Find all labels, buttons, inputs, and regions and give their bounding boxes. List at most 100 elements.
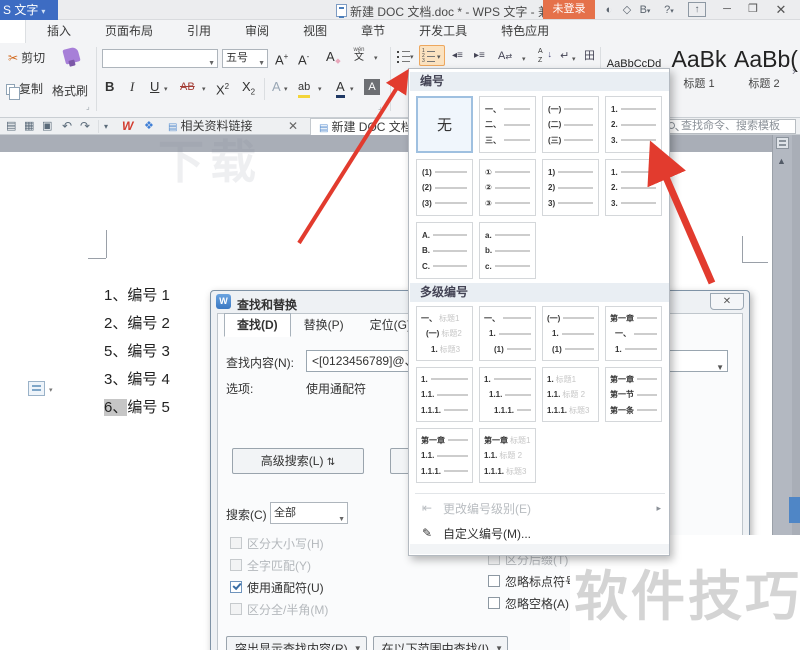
format-painter-button[interactable]: 格式刷 xyxy=(52,82,88,99)
font-name-combo[interactable]: ▼ xyxy=(102,49,218,68)
sort-icon[interactable]: AZ↓ xyxy=(538,48,552,64)
checkbox-option[interactable]: 区分全/半角(M) xyxy=(230,598,328,620)
style-gallery-next-icon[interactable]: › xyxy=(792,66,796,78)
cut-button[interactable]: ✂剪切 xyxy=(8,49,45,66)
chevron-down-icon[interactable]: ▾ xyxy=(374,54,378,62)
checkbox[interactable] xyxy=(230,603,242,615)
numbering-option[interactable]: 一、二、三、 xyxy=(479,96,536,153)
checkbox[interactable] xyxy=(230,537,242,549)
style-chip[interactable]: AaBb(标题 2 xyxy=(734,44,794,91)
numbering-option[interactable]: (一)1.(1) xyxy=(542,306,599,361)
numbering-option[interactable]: a.b.c. xyxy=(479,222,536,279)
chevron-down-icon[interactable]: ▾ xyxy=(318,85,322,93)
chevron-down-icon[interactable]: ▾ xyxy=(49,386,53,394)
justify-button[interactable]: ≡ xyxy=(394,80,402,96)
redo-icon[interactable]: ↷ xyxy=(80,119,90,134)
text-effect-button[interactable]: A xyxy=(272,79,281,95)
chevron-down-icon[interactable]: ▾ xyxy=(284,85,288,93)
wps-menu-button[interactable]: S 文字▾ xyxy=(0,0,58,20)
underline-button[interactable]: U xyxy=(150,79,159,95)
maximize-button[interactable]: ❐ xyxy=(742,1,764,18)
chevron-down-icon[interactable]: ▾ xyxy=(164,85,168,93)
close-doc-tab-icon[interactable]: ✕ xyxy=(288,118,298,135)
numbering-option[interactable]: (一)(二)(三) xyxy=(542,96,599,153)
command-search-input[interactable]: 查找命令、搜索模板 xyxy=(664,119,796,134)
numbering-option[interactable]: 一、1.(1) xyxy=(479,306,536,361)
docer-icon[interactable]: ❖ xyxy=(144,119,154,134)
checkbox-option[interactable]: 区分大小写(H) xyxy=(230,532,328,554)
superscript-button[interactable]: X2 xyxy=(216,79,229,98)
numbering-option[interactable]: 1.1.1.1.1.1. xyxy=(479,367,536,422)
pinyin-guide-button[interactable]: wén文 xyxy=(350,47,368,63)
ribbon-tab[interactable]: 特色应用 xyxy=(484,20,566,43)
numbering-option[interactable]: 第一章第一节第一条 xyxy=(605,367,662,422)
checkbox[interactable] xyxy=(230,581,242,593)
shield-icon[interactable]: ◇ xyxy=(618,2,636,18)
dialog-launcher-icon[interactable]: ⌟ xyxy=(378,102,382,111)
numbering-option[interactable]: 一、标题1(一)标题21.标题3 xyxy=(416,306,473,361)
ruler-toggle-icon[interactable] xyxy=(776,137,789,149)
help-icon[interactable]: ?▾ xyxy=(660,2,678,18)
list-item[interactable]: 3、编号 4 xyxy=(104,366,170,394)
checkbox[interactable] xyxy=(230,559,242,571)
table-grid-icon[interactable]: 田 xyxy=(584,48,595,64)
list-item[interactable]: 1、编号 1 xyxy=(104,282,170,310)
numbering-option[interactable]: 1)2)3) xyxy=(542,159,599,216)
numbering-option[interactable]: 无 xyxy=(416,96,473,153)
chevron-down-icon[interactable]: ▾ xyxy=(522,55,526,63)
undo-icon[interactable]: ↶ xyxy=(62,119,72,134)
dialog-bottom-button[interactable]: 在以下范围中查找(I)▼ xyxy=(373,636,508,650)
numbering-option[interactable]: ①②③ xyxy=(479,159,536,216)
checkbox-option[interactable]: 全字匹配(Y) xyxy=(230,554,328,576)
highlight-button[interactable]: ab xyxy=(298,79,310,98)
chevron-down-icon[interactable]: ▾ xyxy=(350,85,354,93)
doc-tab-active[interactable]: ▤新建 DOC 文档 xyxy=(310,118,422,135)
list-item[interactable]: 2、编号 2 xyxy=(104,310,170,338)
skin-icon[interactable]: ◐ xyxy=(600,2,618,18)
list-item[interactable]: 5、编号 3 xyxy=(104,338,170,366)
font-size-combo[interactable]: 五号▼ xyxy=(222,49,268,68)
close-button[interactable]: ✕ xyxy=(770,1,792,18)
login-button[interactable]: 未登录 xyxy=(543,0,595,19)
ribbon-tab[interactable]: 视图 xyxy=(286,20,344,43)
advanced-search-button[interactable]: 高级搜索(L) ⇅ xyxy=(232,448,364,474)
numbering-option[interactable]: A.B.C. xyxy=(416,222,473,279)
decrease-indent-icon[interactable]: ◂≡ xyxy=(452,48,463,64)
wps-logo[interactable]: W xyxy=(122,119,133,134)
export-pdf-icon[interactable]: ▤ xyxy=(6,119,16,134)
font-color-button[interactable]: A xyxy=(336,79,345,98)
char-shading-button[interactable]: A xyxy=(364,79,380,95)
italic-button[interactable]: I xyxy=(130,79,134,95)
search-scope-combo[interactable]: 全部▼ xyxy=(270,502,348,524)
bullets-button[interactable]: ▾ xyxy=(395,46,417,66)
char-scale-button[interactable]: A⇄ xyxy=(498,48,512,65)
paragraph-mark-button[interactable]: ↵ xyxy=(560,48,569,64)
tab-home-partial[interactable] xyxy=(0,20,26,43)
chevron-down-icon[interactable]: ▼ xyxy=(716,358,724,378)
ribbon-tab[interactable]: 引用 xyxy=(170,20,228,43)
dialog-bottom-button[interactable]: 突出显示查找内容(R)▼ xyxy=(226,636,367,650)
dialog-tab[interactable]: 查找(D) xyxy=(224,313,291,337)
subscript-button[interactable]: X2 xyxy=(242,79,255,101)
copy-button[interactable]: 复制 xyxy=(6,80,43,97)
ribbon-tab[interactable]: 开发工具 xyxy=(402,20,484,43)
print-preview-icon[interactable]: ▣ xyxy=(42,119,52,134)
list-item[interactable]: 6、编号 5 xyxy=(104,394,170,422)
numbering-option[interactable]: (1)(2)(3) xyxy=(416,159,473,216)
dialog-launcher-icon[interactable]: ⌟ xyxy=(86,102,90,111)
strikethrough-button[interactable]: AB xyxy=(180,79,195,95)
numbering-option[interactable]: 1.1.1.1.1.1. xyxy=(416,367,473,422)
numbering-option[interactable]: 1.2.3. xyxy=(605,96,662,153)
ribbon-tab[interactable]: 章节 xyxy=(344,20,402,43)
numbering-option[interactable]: 第一章一、1. xyxy=(605,306,662,361)
numbering-option[interactable]: 第一章1.1.1.1.1. xyxy=(416,428,473,483)
bold-button[interactable]: B xyxy=(105,79,114,95)
scroll-up-icon[interactable]: ▲ xyxy=(777,156,786,166)
shrink-font-button[interactable]: A- xyxy=(298,49,309,68)
checkbox-option[interactable]: 使用通配符(U) xyxy=(230,576,328,598)
dialog-tab[interactable]: 替换(P) xyxy=(291,313,357,337)
grow-font-button[interactable]: A+ xyxy=(275,49,288,68)
custom-numbering-item[interactable]: ✎自定义编号(M)... xyxy=(419,523,663,543)
chevron-down-icon[interactable]: ▾ xyxy=(572,55,576,63)
numbering-option[interactable]: 1.2.3. xyxy=(605,159,662,216)
